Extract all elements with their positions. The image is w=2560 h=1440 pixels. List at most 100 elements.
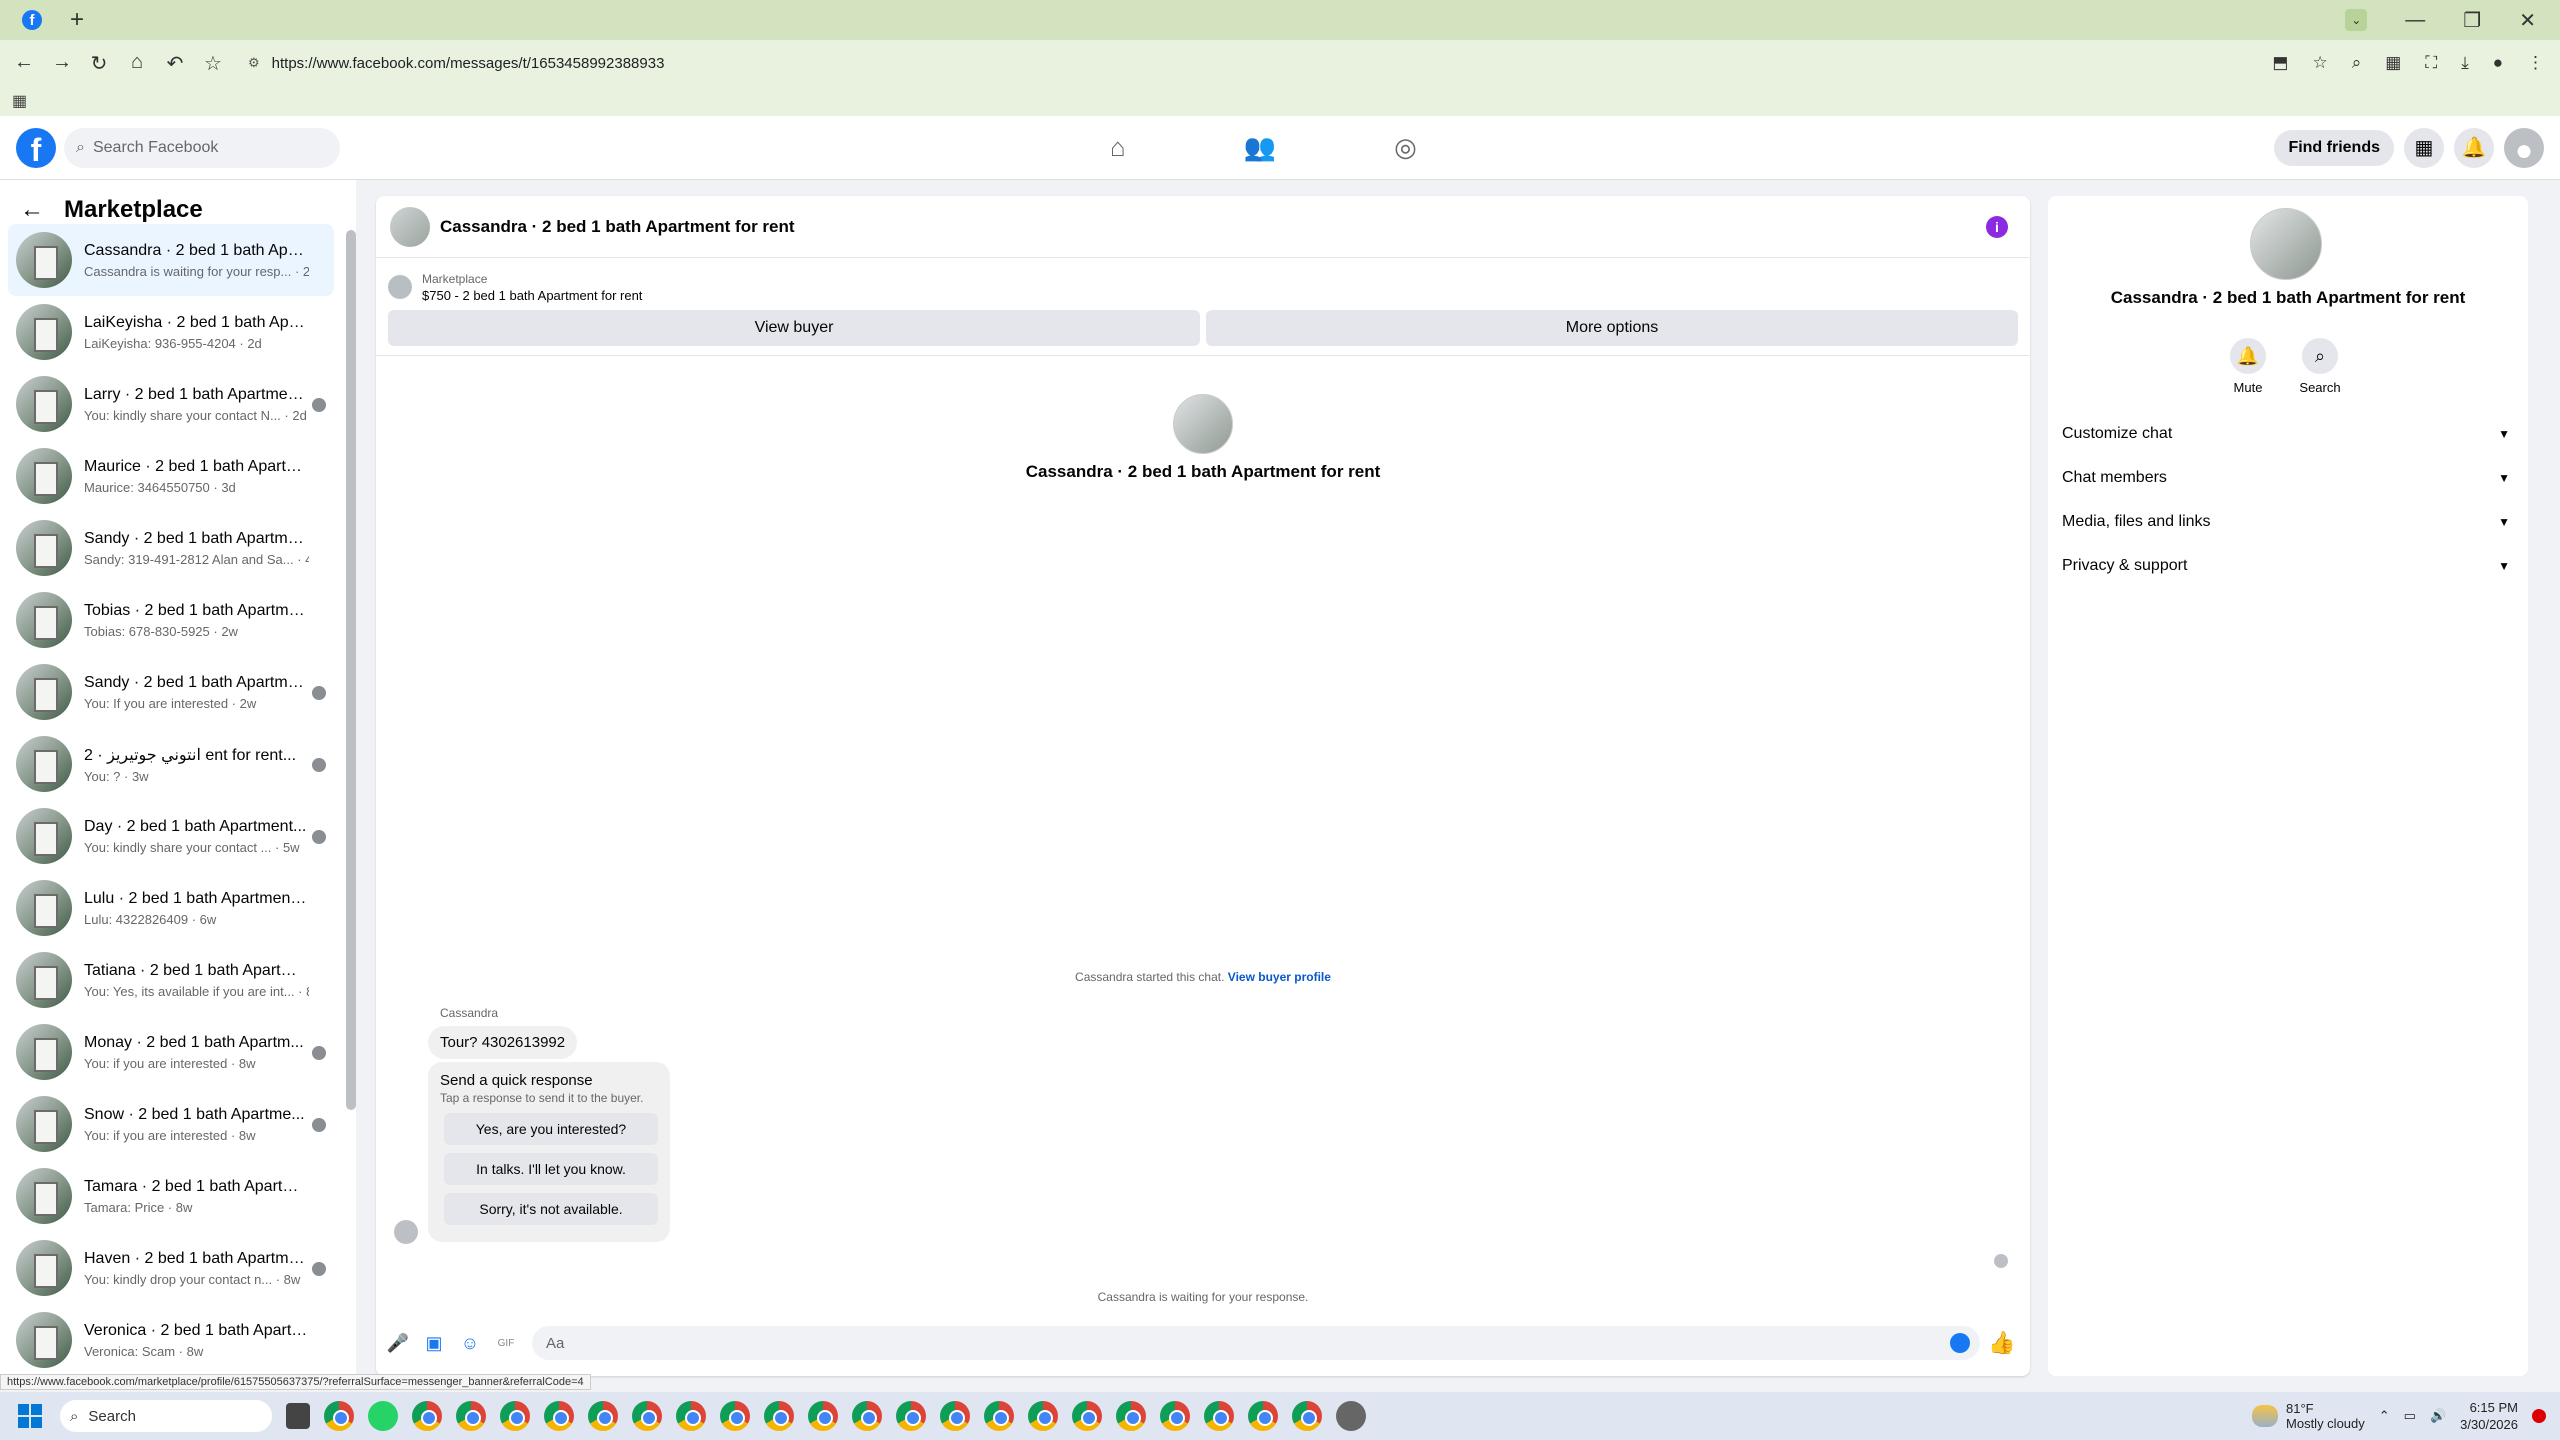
zoom-icon[interactable]: ⌕ [2352,53,2362,73]
friends-nav-icon[interactable]: 👥 [1244,132,1276,163]
quick-response-option[interactable]: Yes, are you interested? [444,1113,658,1145]
undo-icon[interactable]: ↶ [166,51,184,76]
chrome-icon[interactable] [1248,1401,1278,1431]
clock[interactable]: 6:15 PM 3/30/2026 [2460,1399,2518,1433]
notification-icon[interactable] [2532,1409,2546,1423]
chat-members-item[interactable]: Chat members ▼ [2062,456,2514,500]
chrome-icon[interactable] [720,1401,750,1431]
conversation-item[interactable]: Snow · 2 bed 1 bath Apartme... You: if yo… [8,1088,334,1160]
thumbs-up-icon[interactable]: 👍 [1988,1330,2015,1355]
bookmark-star-icon[interactable]: ☆ [204,51,222,76]
chrome-icon[interactable] [940,1401,970,1431]
restore-icon[interactable]: ❐ [2463,8,2481,33]
facebook-tab-icon[interactable]: f [22,10,42,30]
chrome-icon[interactable] [984,1401,1014,1431]
menu-dots-icon[interactable]: ⋮ [2527,53,2544,73]
edge-icon[interactable] [324,1401,354,1431]
menu-grid-icon[interactable]: ▦ [2404,127,2444,168]
star-icon[interactable]: ☆ [2312,53,2327,73]
customize-chat-item[interactable]: Customize chat ▼ [2062,412,2514,456]
settings-icon[interactable] [1336,1401,1366,1431]
chrome-icon[interactable] [676,1401,706,1431]
back-icon[interactable]: ← [14,51,34,76]
chrome-icon[interactable] [1204,1401,1234,1431]
chrome-icon[interactable] [632,1401,662,1431]
install-app-icon[interactable]: ⬒ [2272,53,2288,73]
buyer-avatar[interactable] [1173,394,1233,454]
conversation-item[interactable]: Veronica · 2 bed 1 bath Apartme... Veroni… [8,1304,334,1376]
microphone-icon[interactable]: 🎤 [387,1333,409,1353]
groups-nav-icon[interactable]: ◎ [1394,132,1417,163]
notifications-bell-icon[interactable]: 🔔 [2454,127,2494,168]
photo-icon[interactable]: ▣ [424,1333,444,1353]
chrome-icon[interactable] [544,1401,574,1431]
search-icon[interactable]: ⌕ [2302,338,2338,374]
privacy-support-item[interactable]: Privacy & support ▼ [2062,544,2514,588]
conversation-item[interactable]: LaiKeyisha · 2 bed 1 bath Apart... LaiKey… [8,296,334,368]
quick-response-option[interactable]: Sorry, it's not available. [444,1193,658,1225]
marketplace-listing-banner[interactable]: Marketplace $750 - 2 bed 1 bath Apartmen… [376,258,2030,306]
volume-icon[interactable]: 🔊 [2430,1408,2446,1424]
chrome-icon[interactable] [1072,1401,1102,1431]
conversation-item[interactable]: Sandy · 2 bed 1 bath Apartme... You: If y… [8,656,334,728]
start-button[interactable] [18,1404,42,1428]
whatsapp-icon[interactable] [368,1401,398,1431]
conversation-item[interactable]: انتوني جوتيريز · 2 ent for rent... You: ?… [8,728,334,800]
chrome-icon[interactable] [1160,1401,1190,1431]
chat-header-avatar[interactable] [390,206,430,247]
mute-button[interactable]: 🔔 Mute [2230,338,2266,395]
conversation-scrollbar[interactable] [346,230,356,1110]
conversation-item[interactable]: Haven · 2 bed 1 bath Apartme... You: kind… [8,1232,334,1304]
conversation-item[interactable]: Larry · 2 bed 1 bath Apartmen... You: kin… [8,368,334,440]
reload-icon[interactable]: ↻ [90,51,108,76]
conversation-item[interactable]: Tamara · 2 bed 1 bath Apartmen... Tamara:… [8,1160,334,1232]
find-friends-button[interactable]: Find friends [2274,129,2394,166]
address-bar[interactable]: ⚙ https://www.facebook.com/messages/t/16… [248,55,664,72]
view-buyer-button[interactable]: View buyer [388,310,1200,346]
home-nav-icon[interactable]: ⌂ [1110,132,1126,163]
forward-icon[interactable]: → [52,51,72,76]
facebook-search-input[interactable]: ⌕ Search Facebook [64,127,340,168]
info-icon[interactable]: i [1986,215,2008,238]
chrome-icon[interactable] [764,1401,794,1431]
chrome-icon[interactable] [500,1401,530,1431]
facebook-logo-icon[interactable]: f [16,127,56,168]
chrome-icon[interactable] [1028,1401,1058,1431]
url-text[interactable]: https://www.facebook.com/messages/t/1653… [272,55,665,72]
message-bubble[interactable]: Tour? 4302613992 [428,1026,578,1059]
view-buyer-profile-link[interactable]: View buyer profile [1228,970,1331,984]
conversation-item[interactable]: Tatiana · 2 bed 1 bath Apartmen... You: Y… [8,944,334,1016]
close-window-icon[interactable]: ✕ [2519,8,2536,33]
crop-icon[interactable]: ⛶ [2425,53,2437,73]
apps-grid-icon[interactable]: ▦ [12,91,27,111]
network-icon[interactable]: ▭ [2404,1408,2416,1424]
conversation-item[interactable]: Tobias · 2 bed 1 bath Apartment... Tobias… [8,584,334,656]
bell-icon[interactable]: 🔔 [2230,338,2266,374]
conversation-item[interactable]: Monay · 2 bed 1 bath Apartm... You: if yo… [8,1016,334,1088]
message-input[interactable]: Aa [532,1326,1980,1360]
minimize-icon[interactable]: — [2405,9,2425,32]
quick-response-option[interactable]: In talks. I'll let you know. [444,1153,658,1185]
conversation-item[interactable]: Cassandra · 2 bed 1 bath Apart... Cassand… [8,224,334,296]
conversation-item[interactable]: Day · 2 bed 1 bath Apartment... You: kind… [8,800,334,872]
weather-widget[interactable]: 81°F Mostly cloudy [2252,1401,2365,1431]
account-avatar[interactable]: ● [2504,127,2544,168]
extensions-icon[interactable]: ▦ [2385,53,2401,73]
site-settings-icon[interactable]: ⚙ [248,55,260,71]
conversation-item[interactable]: Sandy · 2 bed 1 bath Apartment ... Sandy:… [8,512,334,584]
chevron-up-icon[interactable]: ⌃ [2379,1408,2390,1424]
gif-icon[interactable]: GIF [496,1333,516,1353]
profile-icon[interactable]: ● [2493,53,2503,73]
taskview-icon[interactable] [286,1403,310,1429]
download-icon[interactable]: ⤓ [2461,53,2469,73]
emoji-icon[interactable] [1950,1333,1970,1353]
chrome-icon[interactable] [412,1401,442,1431]
chat-title[interactable]: Cassandra · 2 bed 1 bath Apartment for r… [440,217,795,237]
chrome-icon[interactable] [588,1401,618,1431]
taskbar-search[interactable]: ⌕ Search [60,1400,272,1432]
conversation-item[interactable]: Maurice · 2 bed 1 bath Apartme... Maurice… [8,440,334,512]
back-arrow-icon[interactable]: ← [20,196,44,224]
chrome-icon[interactable] [456,1401,486,1431]
more-options-button[interactable]: More options [1206,310,2018,346]
conversation-item[interactable]: Lulu · 2 bed 1 bath Apartment f... Lulu: … [8,872,334,944]
